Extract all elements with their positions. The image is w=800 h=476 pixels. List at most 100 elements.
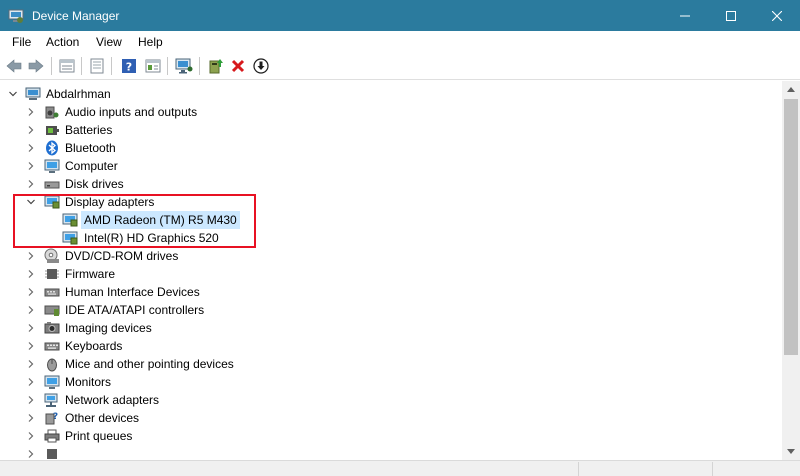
collapsed-chevron-icon[interactable]	[26, 431, 36, 441]
vertical-scrollbar[interactable]	[782, 81, 800, 460]
battery-icon	[46, 126, 59, 135]
category-label: Network adapters	[65, 393, 160, 407]
minimize-button[interactable]	[662, 0, 708, 31]
tree-root-label: Abdalrhman	[46, 87, 111, 101]
properties-sheet-icon	[90, 58, 104, 74]
toolbar-separator	[81, 57, 82, 75]
svg-text:?: ?	[53, 412, 58, 422]
maximize-button[interactable]	[708, 0, 754, 31]
category-monitors[interactable]: Monitors	[0, 373, 782, 391]
menu-view[interactable]: View	[95, 34, 123, 50]
category-label: Disk drives	[65, 177, 124, 191]
properties-grid-icon	[59, 59, 75, 73]
close-icon	[772, 10, 782, 21]
collapsed-chevron-icon[interactable]	[26, 449, 36, 459]
title-bar[interactable]: Device Manager	[0, 0, 800, 31]
collapsed-chevron-icon[interactable]	[26, 341, 36, 351]
category-label: DVD/CD-ROM drives	[65, 249, 179, 263]
device-tree-button[interactable]	[58, 57, 76, 75]
back-button[interactable]	[5, 57, 23, 75]
category-human-interface-devices[interactable]: Human Interface Devices	[0, 283, 782, 301]
properties-button[interactable]	[88, 57, 106, 75]
category-other-devices[interactable]: ? Other devices	[0, 409, 782, 427]
camera-icon	[44, 322, 60, 334]
bluetooth-icon	[46, 140, 58, 156]
category-label: Computer	[65, 159, 118, 173]
category-bluetooth[interactable]: Bluetooth	[0, 139, 782, 157]
category-label: Mice and other pointing devices	[65, 357, 234, 371]
chevron-down-icon	[787, 449, 795, 454]
expanded-chevron-icon[interactable]	[8, 89, 18, 99]
forward-button[interactable]	[27, 57, 45, 75]
disable-device-button[interactable]	[252, 57, 270, 75]
show-hidden-button[interactable]	[144, 57, 162, 75]
collapsed-chevron-icon[interactable]	[26, 161, 36, 171]
category-audio-inputs-and-outputs[interactable]: Audio inputs and outputs	[0, 103, 782, 121]
category-computer[interactable]: Computer	[0, 157, 782, 175]
collapsed-chevron-icon[interactable]	[26, 323, 36, 333]
category-print-queues[interactable]: Print queues	[0, 427, 782, 445]
monitor-icon	[44, 375, 60, 389]
tree-root[interactable]: Abdalrhman	[0, 85, 782, 103]
scroll-down-button[interactable]	[782, 443, 800, 460]
category-label: Monitors	[65, 375, 112, 389]
collapsed-chevron-icon[interactable]	[26, 251, 36, 261]
category-label: Batteries	[65, 123, 113, 137]
uninstall-x-icon	[231, 59, 245, 73]
computer-icon	[25, 87, 41, 100]
category-disk-drives[interactable]: Disk drives	[0, 175, 782, 193]
mouse-icon	[47, 358, 57, 372]
scroll-up-button[interactable]	[782, 81, 800, 98]
device-tree[interactable]: Abdalrhman Audio inputs and outputs Batt…	[0, 81, 782, 460]
category-mice-and-other-pointing-devices[interactable]: Mice and other pointing devices	[0, 355, 782, 373]
disk-drive-icon	[44, 181, 60, 189]
help-button[interactable]: ?	[120, 57, 138, 75]
collapsed-chevron-icon[interactable]	[26, 179, 36, 189]
close-button[interactable]	[754, 0, 800, 31]
menu-action[interactable]: Action	[45, 34, 80, 50]
maximize-icon	[726, 10, 736, 21]
scrollbar-thumb[interactable]	[784, 99, 798, 355]
back-arrow-icon	[6, 59, 22, 73]
update-driver-icon	[209, 59, 223, 74]
hid-icon	[44, 288, 60, 297]
collapsed-chevron-icon[interactable]	[26, 107, 36, 117]
category-firmware[interactable]: Firmware	[0, 265, 782, 283]
category-dvd-cd-rom-drives[interactable]: DVD/CD-ROM drives	[0, 247, 782, 265]
category-keyboards[interactable]: Keyboards	[0, 337, 782, 355]
chevron-up-icon	[787, 87, 795, 92]
controller-icon	[44, 305, 60, 316]
category-network-adapters[interactable]: Network adapters	[0, 391, 782, 409]
unknown-device-icon: ?	[45, 412, 58, 425]
collapsed-chevron-icon[interactable]	[26, 305, 36, 315]
toolbar: ?	[0, 53, 800, 80]
collapsed-chevron-icon[interactable]	[26, 143, 36, 153]
category-partial-row[interactable]	[0, 445, 782, 460]
category-label: Keyboards	[65, 339, 123, 353]
menu-file[interactable]: File	[11, 34, 32, 50]
monitor-icon	[44, 159, 60, 173]
processor-icon	[47, 449, 57, 459]
speaker-icon	[45, 106, 59, 119]
collapsed-chevron-icon[interactable]	[26, 413, 36, 423]
collapsed-chevron-icon[interactable]	[26, 395, 36, 405]
category-ide-ata-atapi-controllers[interactable]: IDE ATA/ATAPI controllers	[0, 301, 782, 319]
status-bar	[0, 460, 800, 476]
toolbar-separator	[199, 57, 200, 75]
category-batteries[interactable]: Batteries	[0, 121, 782, 139]
uninstall-device-button[interactable]	[229, 57, 247, 75]
collapsed-chevron-icon[interactable]	[26, 377, 36, 387]
toolbar-separator	[111, 57, 112, 75]
collapsed-chevron-icon[interactable]	[26, 287, 36, 297]
category-imaging-devices[interactable]: Imaging devices	[0, 319, 782, 337]
collapsed-chevron-icon[interactable]	[26, 125, 36, 135]
menu-help[interactable]: Help	[137, 34, 164, 50]
device-manager-window: Device Manager File Action View Help ? A…	[0, 0, 800, 476]
device-manager-app-icon	[8, 8, 24, 24]
optical-drive-icon	[44, 248, 59, 263]
update-driver-button[interactable]	[207, 57, 225, 75]
collapsed-chevron-icon[interactable]	[26, 269, 36, 279]
collapsed-chevron-icon[interactable]	[26, 359, 36, 369]
category-label: Bluetooth	[65, 141, 116, 155]
scan-hardware-button[interactable]	[175, 57, 193, 75]
